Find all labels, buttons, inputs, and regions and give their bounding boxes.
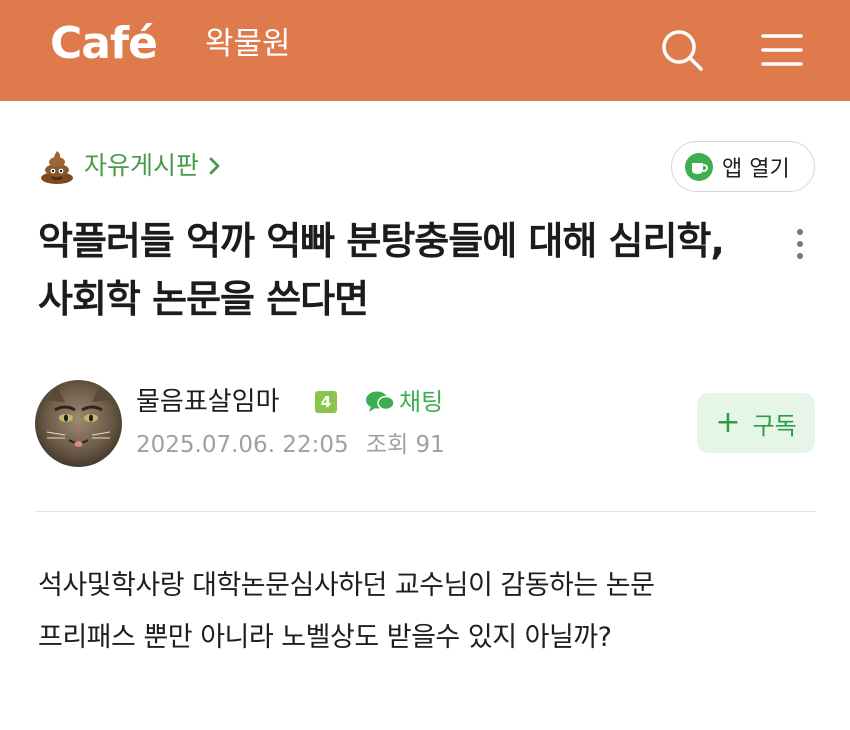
- open-app-label: 앱 열기: [722, 156, 790, 182]
- author-avatar[interactable]: [35, 380, 122, 467]
- board-breadcrumb[interactable]: 자유게시판: [38, 146, 221, 186]
- subscribe-button[interactable]: + 구독: [697, 393, 815, 453]
- post-body-line: 석사및학사랑 대학논문심사하던 교수님이 감동하는 논문: [38, 570, 655, 601]
- top-navigation-bar: Café 왁물원: [0, 0, 850, 101]
- more-dot-icon: [797, 241, 803, 247]
- view-count: 조회 91: [365, 432, 445, 458]
- post-meta: 2025.07.06. 22:05 조회 91: [136, 428, 455, 462]
- chat-button[interactable]: 채팅: [365, 384, 443, 420]
- post-body: 석사및학사랑 대학논문심사하던 교수님이 감동하는 논문 프리패스 뿐만 아니라…: [38, 560, 818, 664]
- author-name[interactable]: 물음표살임마: [136, 383, 280, 421]
- plus-icon: +: [715, 405, 741, 440]
- hamburger-menu-icon: [761, 34, 803, 66]
- subscribe-label: 구독: [752, 411, 797, 440]
- post-title: 악플러들 억까 억빠 분탕충들에 대해 심리학, 사회학 논문을 쓴다면: [38, 219, 725, 321]
- more-dot-icon: [797, 253, 803, 259]
- more-options-button[interactable]: [784, 222, 816, 266]
- poop-emoji-icon: [41, 151, 73, 184]
- menu-button[interactable]: [752, 20, 812, 80]
- post-body-line: 프리패스 뿐만 아니라 노벨상도 받을수 있지 아닐까?: [38, 622, 612, 653]
- member-level-badge: 4: [315, 391, 337, 413]
- board-name[interactable]: 자유게시판: [84, 148, 199, 184]
- chat-label: 채팅: [399, 388, 444, 416]
- post-date: 2025.07.06. 22:05: [136, 432, 349, 458]
- search-icon: [662, 30, 703, 71]
- divider: [35, 511, 816, 512]
- chat-bubble-icon: [366, 391, 395, 412]
- cafe-name[interactable]: 왁물원: [205, 22, 291, 66]
- cafe-logo[interactable]: Café: [50, 18, 158, 70]
- open-app-button[interactable]: 앱 열기: [671, 141, 815, 192]
- coffee-cup-icon: [685, 152, 713, 181]
- cat-avatar-image: [35, 380, 122, 467]
- chevron-right-icon: [209, 157, 220, 175]
- search-button[interactable]: [652, 20, 712, 80]
- more-dot-icon: [797, 229, 803, 235]
